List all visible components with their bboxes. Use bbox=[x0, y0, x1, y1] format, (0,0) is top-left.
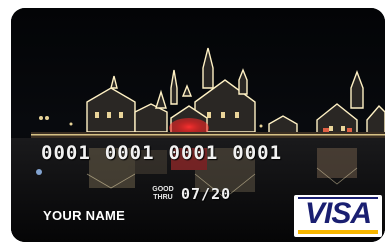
visa-gold-stripe bbox=[298, 230, 378, 234]
cardholder-name: YOUR NAME bbox=[43, 208, 126, 223]
card-number-group-4: 0001 bbox=[232, 142, 283, 164]
visa-wordmark: VISA bbox=[304, 197, 372, 230]
card-number-group-2: 0001 bbox=[104, 142, 155, 164]
card-number-group-3: 0001 bbox=[168, 142, 219, 164]
card-number-group-1: 0001 bbox=[41, 142, 91, 164]
credit-card: 0001 0001 0001 0001 GOOD THRU 07/20 YOUR… bbox=[11, 8, 385, 242]
good-thru-label: GOOD THRU bbox=[148, 186, 178, 202]
visa-logo: VISA bbox=[294, 195, 382, 237]
card-number: 0001 0001 0001 0001 bbox=[41, 142, 371, 164]
good-thru-line-1: GOOD bbox=[152, 186, 174, 193]
expiry-date: 07/20 bbox=[181, 185, 232, 203]
good-thru-line-2: THRU bbox=[153, 194, 173, 201]
